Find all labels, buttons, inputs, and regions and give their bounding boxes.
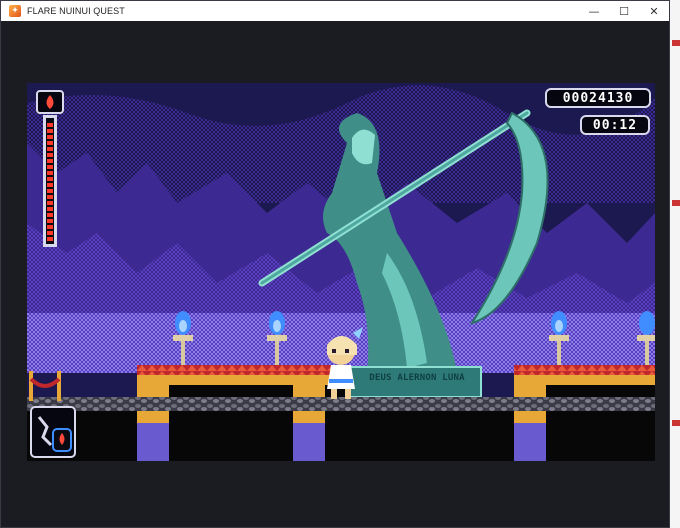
desktop-mark (672, 420, 680, 426)
window-title: FLARE NUINUI QUEST (27, 6, 125, 16)
desktop-mark (672, 40, 680, 46)
desktop-mark (672, 200, 680, 206)
cobblestone-path (27, 397, 655, 411)
timer-display: 00:12 (580, 115, 650, 135)
title-bar[interactable]: ✦ FLARE NUINUI QUEST — ☐ ✕ (1, 1, 669, 21)
right-platform (514, 365, 655, 461)
game-viewport[interactable]: 00024130 00:12 DEUS ALERNON LUNA (27, 83, 655, 461)
item-slot (30, 406, 76, 458)
maximize-button[interactable]: ☐ (609, 1, 639, 21)
window-controls: — ☐ ✕ (579, 1, 669, 21)
score-counter: 00024130 (545, 88, 651, 108)
game-scene (27, 83, 655, 461)
health-meter (37, 91, 63, 249)
close-button[interactable]: ✕ (639, 1, 669, 21)
minimize-button[interactable]: — (579, 1, 609, 21)
desktop-background (670, 0, 680, 528)
left-platform (137, 365, 347, 461)
floor-shadow-mid (325, 411, 514, 461)
statue-inscription: DEUS ALERNON LUNA (369, 373, 465, 383)
game-window: ✦ FLARE NUINUI QUEST — ☐ ✕ 00024130 00:1… (0, 0, 670, 528)
app-flame-icon: ✦ (9, 5, 21, 17)
